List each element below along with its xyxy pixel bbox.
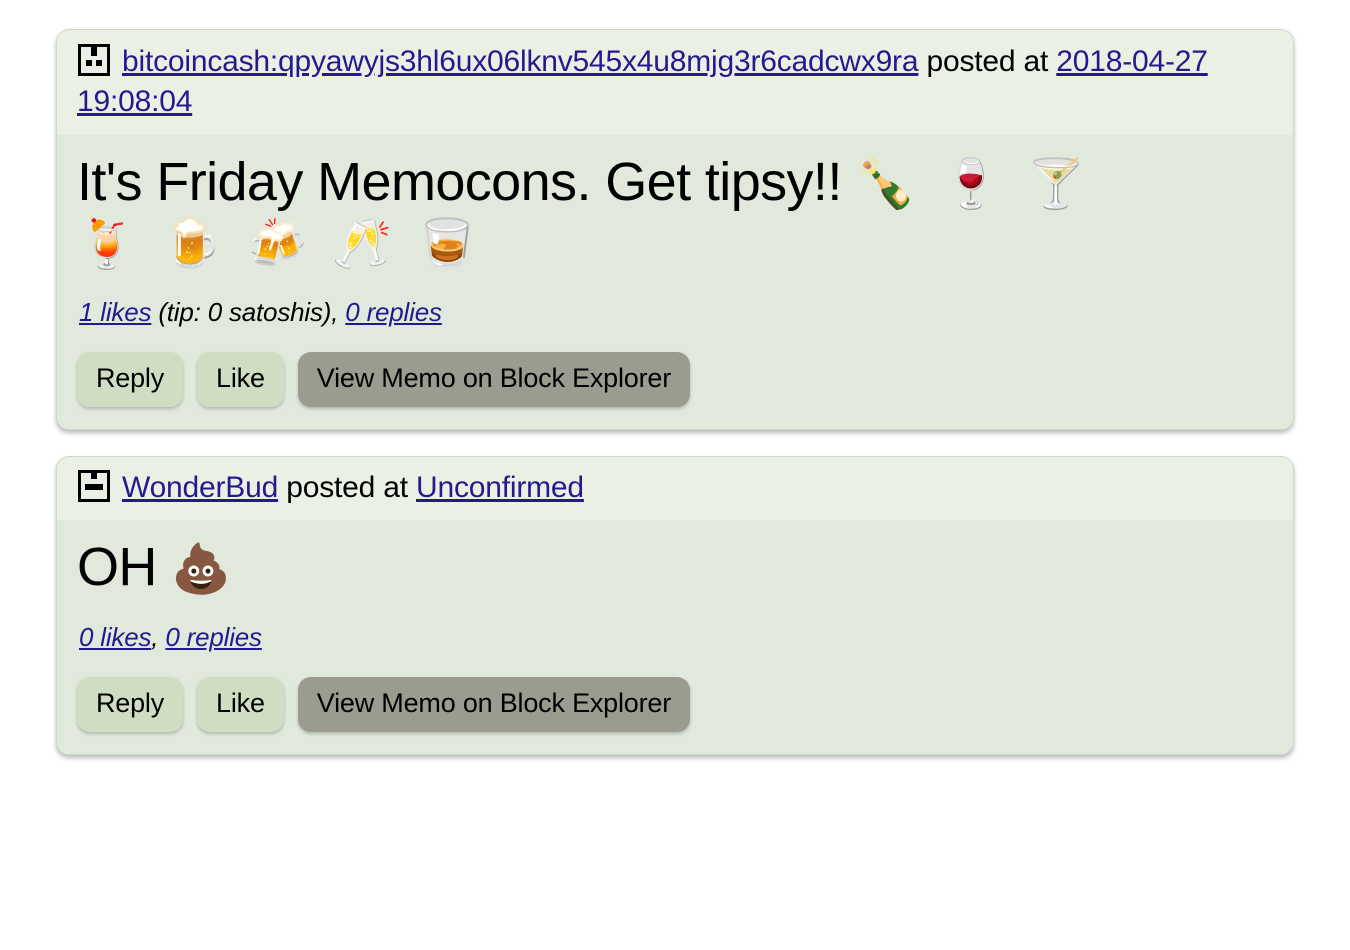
post-meta: 0 likes, 0 replies (79, 622, 1273, 653)
identicon-avatar-icon (77, 43, 111, 77)
reply-button[interactable]: Reply (77, 676, 184, 732)
view-memo-on-block-explorer-button[interactable]: View Memo on Block Explorer (297, 351, 691, 407)
reply-button[interactable]: Reply (77, 351, 184, 407)
post-header: WonderBud posted at Unconfirmed (57, 456, 1293, 520)
posted-at-text: posted at (286, 470, 408, 504)
replies-link[interactable]: 0 replies (165, 622, 262, 652)
identicon-avatar-icon (77, 469, 111, 503)
post-body: OH 💩 0 likes, 0 replies Reply Like View … (57, 519, 1293, 754)
message-emoji-row: 🍹 🍺 🍻 🥂 🥃 (77, 217, 484, 271)
author-link[interactable]: WonderBud (122, 471, 278, 504)
memo-post: WonderBud posted at Unconfirmed OH 💩 0 l… (56, 455, 1294, 755)
header-space (408, 471, 416, 504)
memo-post: bitcoincash:qpyawyjs3hl6ux06lknv545x4u8m… (56, 29, 1294, 430)
post-body: It's Friday Memocons. Get tipsy!! 🍾 🍷 🍸 … (57, 134, 1293, 429)
post-actions: Reply Like View Memo on Block Explorer (77, 676, 1273, 732)
likes-link[interactable]: 0 likes (79, 622, 151, 652)
posted-at-text: posted at (926, 45, 1049, 78)
message-text: OH (77, 536, 157, 597)
tip-text: (tip: 0 satoshis), (158, 296, 339, 327)
like-button[interactable]: Like (197, 351, 284, 407)
likes-link[interactable]: 1 likes (79, 297, 151, 327)
message-emoji-inline: 💩 (171, 542, 237, 596)
post-actions: Reply Like View Memo on Block Explorer (77, 351, 1273, 407)
posted-at-label (278, 471, 286, 504)
post-message: It's Friday Memocons. Get tipsy!! 🍾 🍷 🍸 … (77, 151, 1273, 275)
timestamp-link[interactable]: Unconfirmed (416, 471, 584, 504)
memo-feed: bitcoincash:qpyawyjs3hl6ux06lknv545x4u8m… (0, 0, 1350, 755)
message-text: It's Friday Memocons. Get tipsy!! (77, 151, 842, 212)
post-message: OH 💩 (77, 536, 1273, 600)
message-emoji-inline: 🍾 🍷 🍸 (856, 157, 1093, 211)
post-meta: 1 likes (tip: 0 satoshis), 0 replies (79, 297, 1273, 328)
view-memo-on-block-explorer-button[interactable]: View Memo on Block Explorer (297, 676, 691, 732)
like-button[interactable]: Like (197, 676, 284, 732)
author-link[interactable]: bitcoincash:qpyawyjs3hl6ux06lknv545x4u8m… (122, 45, 919, 78)
replies-link[interactable]: 0 replies (345, 297, 442, 327)
post-header: bitcoincash:qpyawyjs3hl6ux06lknv545x4u8m… (57, 30, 1293, 135)
tip-text: , (151, 621, 159, 652)
